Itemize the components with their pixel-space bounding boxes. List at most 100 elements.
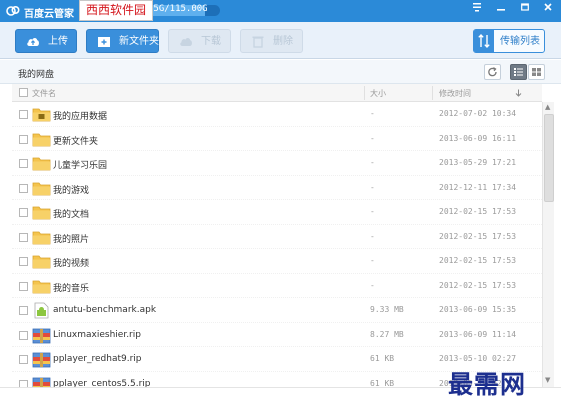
archive-file-icon: [32, 351, 51, 368]
new-folder-label: 新文件夹: [119, 36, 159, 47]
maximize-icon: [521, 3, 529, 11]
column-modified-header[interactable]: 修改时间: [439, 88, 471, 99]
file-row[interactable]: 我的视频 - 2012-02-15 17:53: [12, 249, 542, 274]
folder-icon: [32, 131, 51, 148]
file-modified-date: 2013-06-09 15:35: [439, 305, 517, 314]
file-checkbox[interactable]: [19, 232, 28, 242]
file-name[interactable]: Linuxmaxieshier.rip: [53, 330, 141, 340]
file-name[interactable]: 儿童学习乐园: [53, 158, 107, 171]
file-size: -: [370, 158, 375, 167]
file-row[interactable]: antutu-benchmark.apk 9.33 MB 2013-06-09 15…: [12, 298, 542, 323]
file-row[interactable]: 我的音乐 - 2012-02-15 17:53: [12, 274, 542, 298]
file-checkbox[interactable]: [19, 110, 28, 119]
file-name[interactable]: pplayer_centos5.5.rip: [53, 379, 151, 388]
file-size: 61 KB: [370, 354, 395, 363]
file-name[interactable]: pplayer_redhat9.rip: [53, 354, 142, 364]
baidu-cloud-logo-icon: [6, 5, 20, 16]
file-checkbox[interactable]: [19, 183, 28, 193]
folder-icon: [32, 278, 51, 295]
app-title: 百度云管家: [24, 9, 74, 20]
column-size-header[interactable]: 大小: [370, 88, 386, 99]
file-modified-date: 2013-05-10 02:27: [439, 354, 517, 363]
file-row[interactable]: 我的应用数据 - 2012-07-02 10:34: [12, 102, 542, 127]
list-view-icon: [514, 68, 523, 76]
breadcrumb: 我的网盘: [0, 60, 561, 84]
refresh-icon: [488, 67, 497, 77]
delete-label: 删除: [273, 36, 293, 47]
cloud-upload-icon: [27, 38, 39, 46]
file-checkbox[interactable]: [19, 257, 28, 266]
transfer-icon: [474, 30, 494, 52]
scroll-up-icon[interactable]: ▲: [545, 103, 550, 111]
file-modified-date: 2012-02-15 17:53: [439, 207, 517, 216]
file-size: -: [370, 280, 375, 290]
folder-icon: [32, 229, 51, 246]
folder-icon: [32, 180, 51, 197]
archive-file-icon: [32, 327, 51, 344]
menu-button[interactable]: [466, 0, 488, 16]
new-folder-button[interactable]: 新文件夹: [86, 29, 159, 53]
file-row[interactable]: 我的照片 - 2012-02-15 17:53: [12, 225, 542, 249]
transfer-list-button[interactable]: 传输列表: [473, 29, 545, 53]
download-button[interactable]: 下载: [168, 29, 231, 53]
new-folder-icon: [98, 37, 110, 47]
vertical-scrollbar[interactable]: ▲ ▼: [542, 102, 554, 387]
sort-descending-icon[interactable]: [515, 89, 522, 97]
file-name[interactable]: 我的应用数据: [53, 109, 107, 122]
scrollbar-thumb[interactable]: [544, 114, 554, 202]
file-name[interactable]: 我的文档: [53, 207, 89, 220]
file-name[interactable]: antutu-benchmark.apk: [53, 305, 156, 315]
maximize-button[interactable]: [514, 0, 536, 16]
column-divider: [364, 86, 365, 100]
delete-button[interactable]: 删除: [240, 29, 303, 53]
site-watermark-top: 西西软件园: [79, 0, 153, 21]
column-name-header[interactable]: 文件名: [32, 88, 56, 99]
file-row[interactable]: 我的文档 - 2012-02-15 17:53: [12, 200, 542, 225]
file-size: -: [370, 207, 375, 216]
folder-icon: [32, 155, 51, 172]
file-modified-date: 2012-02-15 17:53: [439, 231, 517, 241]
scroll-down-icon[interactable]: ▼: [545, 376, 550, 384]
file-list: 我的应用数据 - 2012-07-02 10:34 更新文件夹 - 2013-06-09 …: [12, 102, 542, 387]
grid-view-button[interactable]: [528, 64, 545, 80]
file-checkbox[interactable]: [19, 355, 28, 364]
upload-button[interactable]: 上传: [15, 29, 77, 53]
menu-icon: [473, 3, 481, 12]
file-size: 61 KB: [370, 378, 395, 388]
file-name[interactable]: 我的音乐: [53, 281, 89, 294]
file-name[interactable]: 我的视频: [53, 256, 89, 269]
trash-icon: [252, 36, 264, 48]
file-checkbox[interactable]: [19, 379, 28, 387]
file-row[interactable]: 我的游戏 - 2012-12-11 17:34: [12, 176, 542, 200]
transfer-list-label: 传输列表: [500, 36, 540, 47]
file-checkbox[interactable]: [19, 208, 28, 217]
file-checkbox[interactable]: [19, 306, 28, 315]
file-row[interactable]: 更新文件夹 - 2013-06-09 16:11: [12, 127, 542, 151]
file-name[interactable]: 更新文件夹: [53, 134, 98, 147]
select-all-checkbox[interactable]: [19, 88, 28, 97]
file-row[interactable]: Linuxmaxieshier.rip 8.27 MB 2013-06-09 11:…: [12, 323, 542, 347]
minimize-button[interactable]: [490, 0, 512, 16]
file-size: -: [370, 133, 375, 143]
file-size: -: [370, 256, 375, 265]
archive-file-icon: [32, 376, 51, 387]
file-modified-date: 2013-06-09 16:11: [439, 133, 517, 143]
refresh-button[interactable]: [484, 64, 501, 80]
cloud-download-icon: [180, 38, 192, 46]
breadcrumb-my-netdisk[interactable]: 我的网盘: [18, 67, 54, 80]
column-divider: [432, 86, 433, 100]
storage-quota-text: 95G/115.00G: [148, 4, 208, 14]
upload-label: 上传: [48, 36, 68, 47]
apk-file-icon: [32, 302, 51, 319]
file-checkbox[interactable]: [19, 134, 28, 144]
file-checkbox[interactable]: [19, 330, 28, 340]
file-name[interactable]: 我的照片: [53, 232, 89, 245]
file-name[interactable]: 我的游戏: [53, 183, 89, 196]
file-modified-date: 2012-02-15 17:53: [439, 280, 517, 290]
file-row[interactable]: 儿童学习乐园 - 2013-05-29 17:21: [12, 151, 542, 176]
file-modified-date: 2012-12-11 17:34: [439, 182, 517, 192]
file-checkbox[interactable]: [19, 281, 28, 291]
list-view-button[interactable]: [510, 64, 527, 80]
file-checkbox[interactable]: [19, 159, 28, 168]
close-button[interactable]: [537, 0, 559, 16]
